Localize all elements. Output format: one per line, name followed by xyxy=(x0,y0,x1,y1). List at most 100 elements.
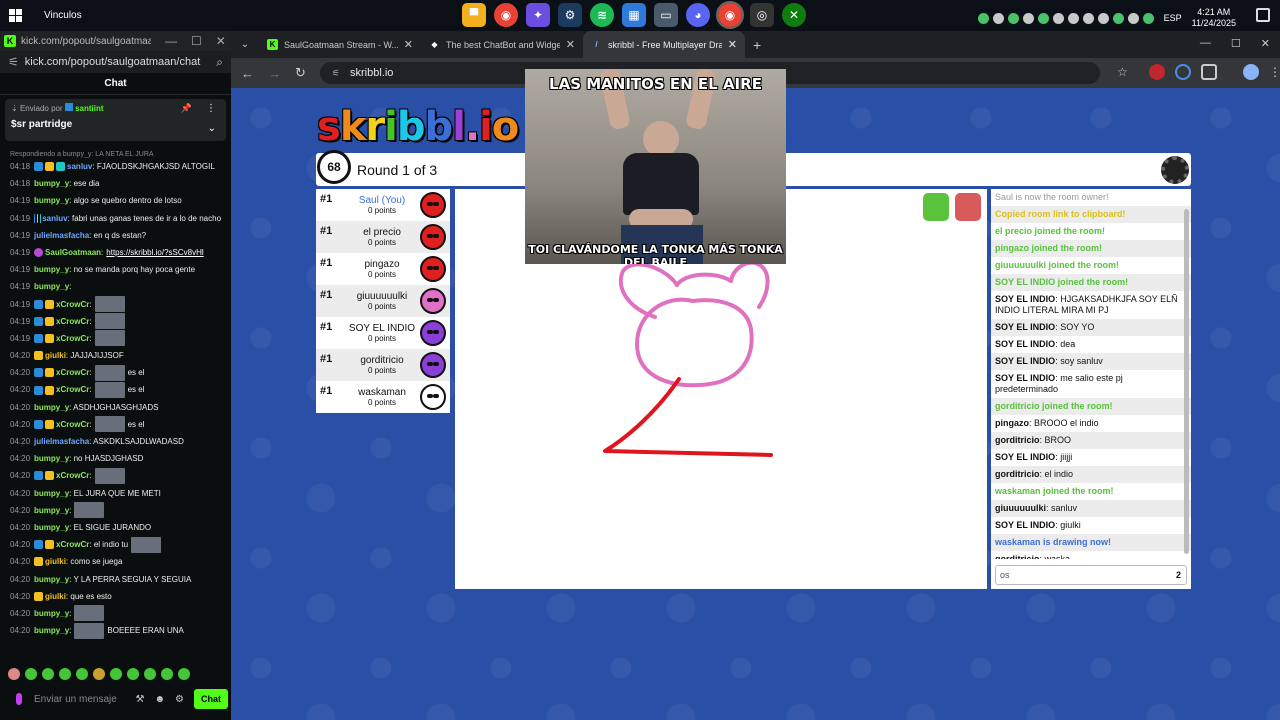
clock[interactable]: 4:21 AM 11/24/2025 xyxy=(1192,7,1236,29)
tab-chatbot-widgets[interactable]: ◆ The best ChatBot and Widgets... ✕ xyxy=(421,31,583,58)
chat-scrollbar[interactable] xyxy=(1184,209,1189,554)
more-options-icon[interactable]: ⋮ xyxy=(206,103,216,114)
maximize-icon[interactable]: ☐ xyxy=(1231,37,1241,50)
close-tab-icon[interactable]: ✕ xyxy=(566,38,575,51)
tray-icon[interactable] xyxy=(1052,12,1064,24)
emote-icon[interactable] xyxy=(161,668,173,680)
player-row[interactable]: #1 SOY EL INDIO 0 points xyxy=(316,317,450,349)
tray-wifi-icon[interactable] xyxy=(1127,12,1139,24)
close-icon[interactable]: ✕ xyxy=(1261,37,1270,50)
player-row[interactable]: #1 giuuuuuulki 0 points xyxy=(316,285,450,317)
site-settings-icon[interactable]: ⚟ xyxy=(8,55,19,69)
commands-icon[interactable]: ⚒ xyxy=(136,694,145,705)
tab-skribbl[interactable]: / skribbl - Free Multiplayer Drawi... ✕ xyxy=(583,31,745,58)
message-username[interactable]: bumpy_y xyxy=(34,502,69,519)
message-username[interactable]: SaulGoatmaan xyxy=(45,244,101,261)
message-username[interactable]: bumpy_y xyxy=(34,622,69,639)
message-username[interactable]: sanluv xyxy=(67,158,92,175)
close-icon[interactable]: ✕ xyxy=(216,34,226,48)
forward-icon[interactable]: → xyxy=(268,66,281,81)
message-username[interactable]: bumpy_y xyxy=(34,261,69,278)
message-username[interactable]: bumpy_y xyxy=(34,192,69,209)
back-icon[interactable]: ← xyxy=(241,66,254,81)
tray-icon[interactable] xyxy=(1007,12,1019,24)
message-username[interactable]: bumpy_y xyxy=(34,519,69,536)
site-info-icon[interactable]: ⚟ xyxy=(332,68,340,79)
player-row[interactable]: #1 Saul (You) 0 points xyxy=(316,189,450,221)
message-username[interactable]: julielmasfacha xyxy=(34,227,89,244)
close-tab-icon[interactable]: ✕ xyxy=(728,38,737,51)
microphone-icon[interactable] xyxy=(16,693,22,705)
tray-icon[interactable] xyxy=(1022,12,1034,24)
extension-icon[interactable] xyxy=(1149,64,1165,80)
tray-icon[interactable] xyxy=(1112,12,1124,24)
message-username[interactable]: giulki xyxy=(45,553,66,570)
message-username[interactable]: bumpy_y xyxy=(34,485,69,502)
message-username[interactable]: bumpy_y xyxy=(34,571,69,588)
store-icon[interactable]: ▦ xyxy=(622,3,646,27)
xbox-icon[interactable]: ✕ xyxy=(782,3,806,27)
message-username[interactable]: xCrowCr xyxy=(56,536,89,553)
message-username[interactable]: xCrowCr xyxy=(56,467,89,484)
settings-gear-icon[interactable] xyxy=(1161,156,1189,184)
emote-icon[interactable] xyxy=(110,668,122,680)
message-username[interactable]: xCrowCr xyxy=(56,416,89,433)
emote-icon[interactable] xyxy=(93,668,105,680)
obs-icon[interactable]: ◎ xyxy=(750,3,774,27)
tray-icon[interactable] xyxy=(1142,12,1154,24)
emote-icon[interactable] xyxy=(76,668,88,680)
player-row[interactable]: #1 pingazo 0 points xyxy=(316,253,450,285)
message-username[interactable]: bumpy_y xyxy=(34,450,69,467)
guess-input[interactable]: os 2 xyxy=(995,565,1187,585)
message-username[interactable]: giulki xyxy=(45,347,66,364)
player-row[interactable]: #1 el precio 0 points xyxy=(316,221,450,253)
tray-icon[interactable] xyxy=(1067,12,1079,24)
pin-icon[interactable]: 📌 xyxy=(181,103,192,114)
maximize-icon[interactable]: ☐ xyxy=(191,34,202,48)
kick-url[interactable]: kick.com/popout/saulgoatmaan/chat xyxy=(25,56,217,68)
emote-icon[interactable] xyxy=(127,668,139,680)
emote-icon[interactable] xyxy=(8,668,20,680)
message-username[interactable]: sanluv xyxy=(42,210,67,227)
message-username[interactable]: xCrowCr xyxy=(56,313,89,330)
reload-icon[interactable]: ↻ xyxy=(295,65,306,81)
tab-kick-stream[interactable]: K SaulGoatmaan Stream - W... ✕ xyxy=(259,31,421,58)
tray-icon[interactable] xyxy=(992,12,1004,24)
app-icon[interactable]: ▭ xyxy=(654,3,678,27)
chevron-down-icon[interactable]: ⌄ xyxy=(208,123,216,134)
message-link[interactable]: https://skribbl.io/?sSCv8vHl xyxy=(106,244,203,261)
tray-icon[interactable] xyxy=(1037,12,1049,24)
taskbar-links-label[interactable]: Vinculos xyxy=(44,10,82,21)
message-username[interactable]: bumpy_y xyxy=(34,175,69,192)
message-username[interactable]: julielmasfacha xyxy=(34,433,89,450)
settings-gear-icon[interactable]: ⚙ xyxy=(175,694,184,705)
copilot-icon[interactable]: ✦ xyxy=(526,3,550,27)
chrome-menu-icon[interactable]: ⋮ xyxy=(1269,65,1280,79)
minimize-icon[interactable]: — xyxy=(1200,37,1211,50)
profile-avatar-icon[interactable] xyxy=(1243,64,1259,80)
message-username[interactable]: bumpy_y xyxy=(34,278,69,295)
player-row[interactable]: #1 waskaman 0 points xyxy=(316,381,450,413)
minimize-icon[interactable]: — xyxy=(165,34,177,48)
message-username[interactable]: giulki xyxy=(45,588,66,605)
emoji-icon[interactable]: ☻ xyxy=(155,694,166,705)
tab-search-icon[interactable]: ⌄ xyxy=(231,31,259,58)
thumbs-up-icon[interactable] xyxy=(923,193,949,221)
message-username[interactable]: xCrowCr xyxy=(56,296,89,313)
discord-icon[interactable]: ◕ xyxy=(686,3,710,27)
emote-icon[interactable] xyxy=(59,668,71,680)
emote-icon[interactable] xyxy=(25,668,37,680)
tray-volume-icon[interactable] xyxy=(1097,12,1109,24)
message-username[interactable]: xCrowCr xyxy=(56,330,89,347)
file-explorer-icon[interactable]: ▀ xyxy=(462,3,486,27)
steam-icon[interactable]: ⚙ xyxy=(558,3,582,27)
emote-icon[interactable] xyxy=(42,668,54,680)
chrome-icon[interactable]: ◉ xyxy=(494,3,518,27)
send-chat-button[interactable]: Chat xyxy=(194,689,228,709)
chat-input[interactable]: Enviar un mensaje xyxy=(34,694,136,705)
bookmark-star-icon[interactable]: ☆ xyxy=(1117,65,1128,79)
new-tab-icon[interactable]: + xyxy=(753,37,761,53)
puzzle-icon[interactable] xyxy=(1201,64,1217,80)
pinned-message[interactable]: ⇣ Enviado por santiint $sr partridge 📌 ⋮… xyxy=(5,99,226,141)
chrome-active-icon[interactable]: ◉ xyxy=(716,1,744,29)
